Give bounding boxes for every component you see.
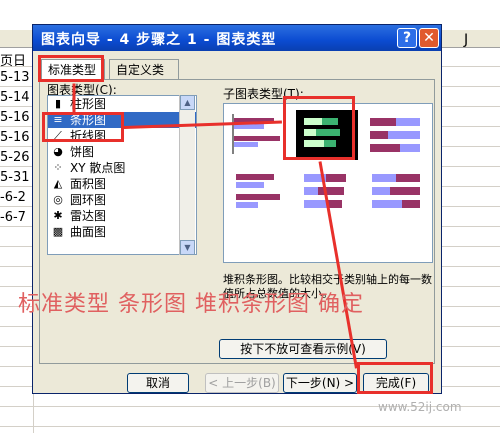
watermark-text: www.52ij.com [378,400,462,414]
column-chart-icon: ▮ [54,97,62,110]
area-chart-icon: ◭ [53,177,63,190]
list-item-surface[interactable]: ▩ 曲面图 [48,224,196,240]
scroll-up-icon[interactable]: ▲ [180,95,195,110]
annotation-caption: 标准类型 条形图 堆积条形图 确定 [18,292,364,317]
list-item-label: XY 散点图 [70,161,126,175]
highlight-standard-tab [38,55,104,82]
close-button[interactable]: ✕ [419,28,439,48]
list-item-scatter[interactable]: ⁘ XY 散点图 [48,160,196,176]
scatter-chart-icon: ⁘ [53,161,63,174]
column-header-j[interactable]: J [464,32,468,48]
dialog-titlebar[interactable]: 图表向导 - 4 步骤之 1 - 图表类型 ? ✕ [33,25,441,51]
radar-chart-icon: ✱ [53,209,63,222]
sheet-cell[interactable]: 页日 [0,50,26,69]
sheet-cell[interactable]: 5-16 [0,130,30,145]
highlight-bar-chart [42,112,124,142]
dialog-title: 图表向导 - 4 步骤之 1 - 图表类型 [41,32,277,48]
sheet-cell[interactable]: -6-2 [0,190,26,205]
surface-chart-icon: ▩ [52,225,64,238]
scroll-down-icon[interactable]: ▼ [180,240,195,255]
sheet-cell[interactable]: -6-7 [0,210,26,225]
doughnut-chart-icon: ◎ [53,193,63,206]
cancel-button[interactable]: 取消 [127,373,189,393]
subtype-100-stacked-bar[interactable] [364,110,426,160]
3d-clustered-bar-icon [236,174,280,208]
sheet-cell[interactable]: 5-26 [0,150,30,165]
list-item-pie[interactable]: ◕ 饼图 [48,144,196,160]
list-item-label: 圆环图 [70,193,107,207]
highlight-stacked-bar [283,96,355,160]
grid-row-line [0,426,500,427]
subtype-3d-100-stacked-bar[interactable] [364,166,426,216]
percent-stacked-bar-icon [370,118,420,152]
list-item-label: 雷达图 [70,209,107,223]
list-item-label: 面积图 [70,177,107,191]
sheet-cell[interactable]: 5-16 [0,110,30,125]
preview-button[interactable]: 按下不放可查看示例(V) [219,339,387,359]
highlight-finish-button [357,362,433,394]
clustered-bar-icon [232,114,280,154]
sheet-cell[interactable]: 5-31 [0,170,30,185]
sheet-cell[interactable]: 5-14 [0,90,30,105]
next-button[interactable]: 下一步(N) > [283,373,357,393]
sheet-cell[interactable]: 5-13 [0,70,30,85]
tab-custom-types[interactable]: 自定义类型 [109,59,179,97]
list-item-column[interactable]: ▮ 柱形图 [48,96,196,112]
subtype-clustered-bar[interactable] [228,110,290,160]
list-item-label: 饼图 [70,145,95,159]
pie-chart-icon: ◕ [53,145,63,158]
3d-percent-stacked-bar-icon [372,174,420,208]
list-item-area[interactable]: ◭ 面积图 [48,176,196,192]
list-scrollbar[interactable]: ▲ ▼ [179,95,195,255]
back-button[interactable]: < 上一步(B) [205,373,279,393]
help-button[interactable]: ? [397,28,417,48]
list-item-radar[interactable]: ✱ 雷达图 [48,208,196,224]
list-item-doughnut[interactable]: ◎ 圆环图 [48,192,196,208]
arrow-line [72,83,76,114]
list-item-label: 曲面图 [70,225,107,239]
subtype-3d-clustered-bar[interactable] [228,166,290,216]
